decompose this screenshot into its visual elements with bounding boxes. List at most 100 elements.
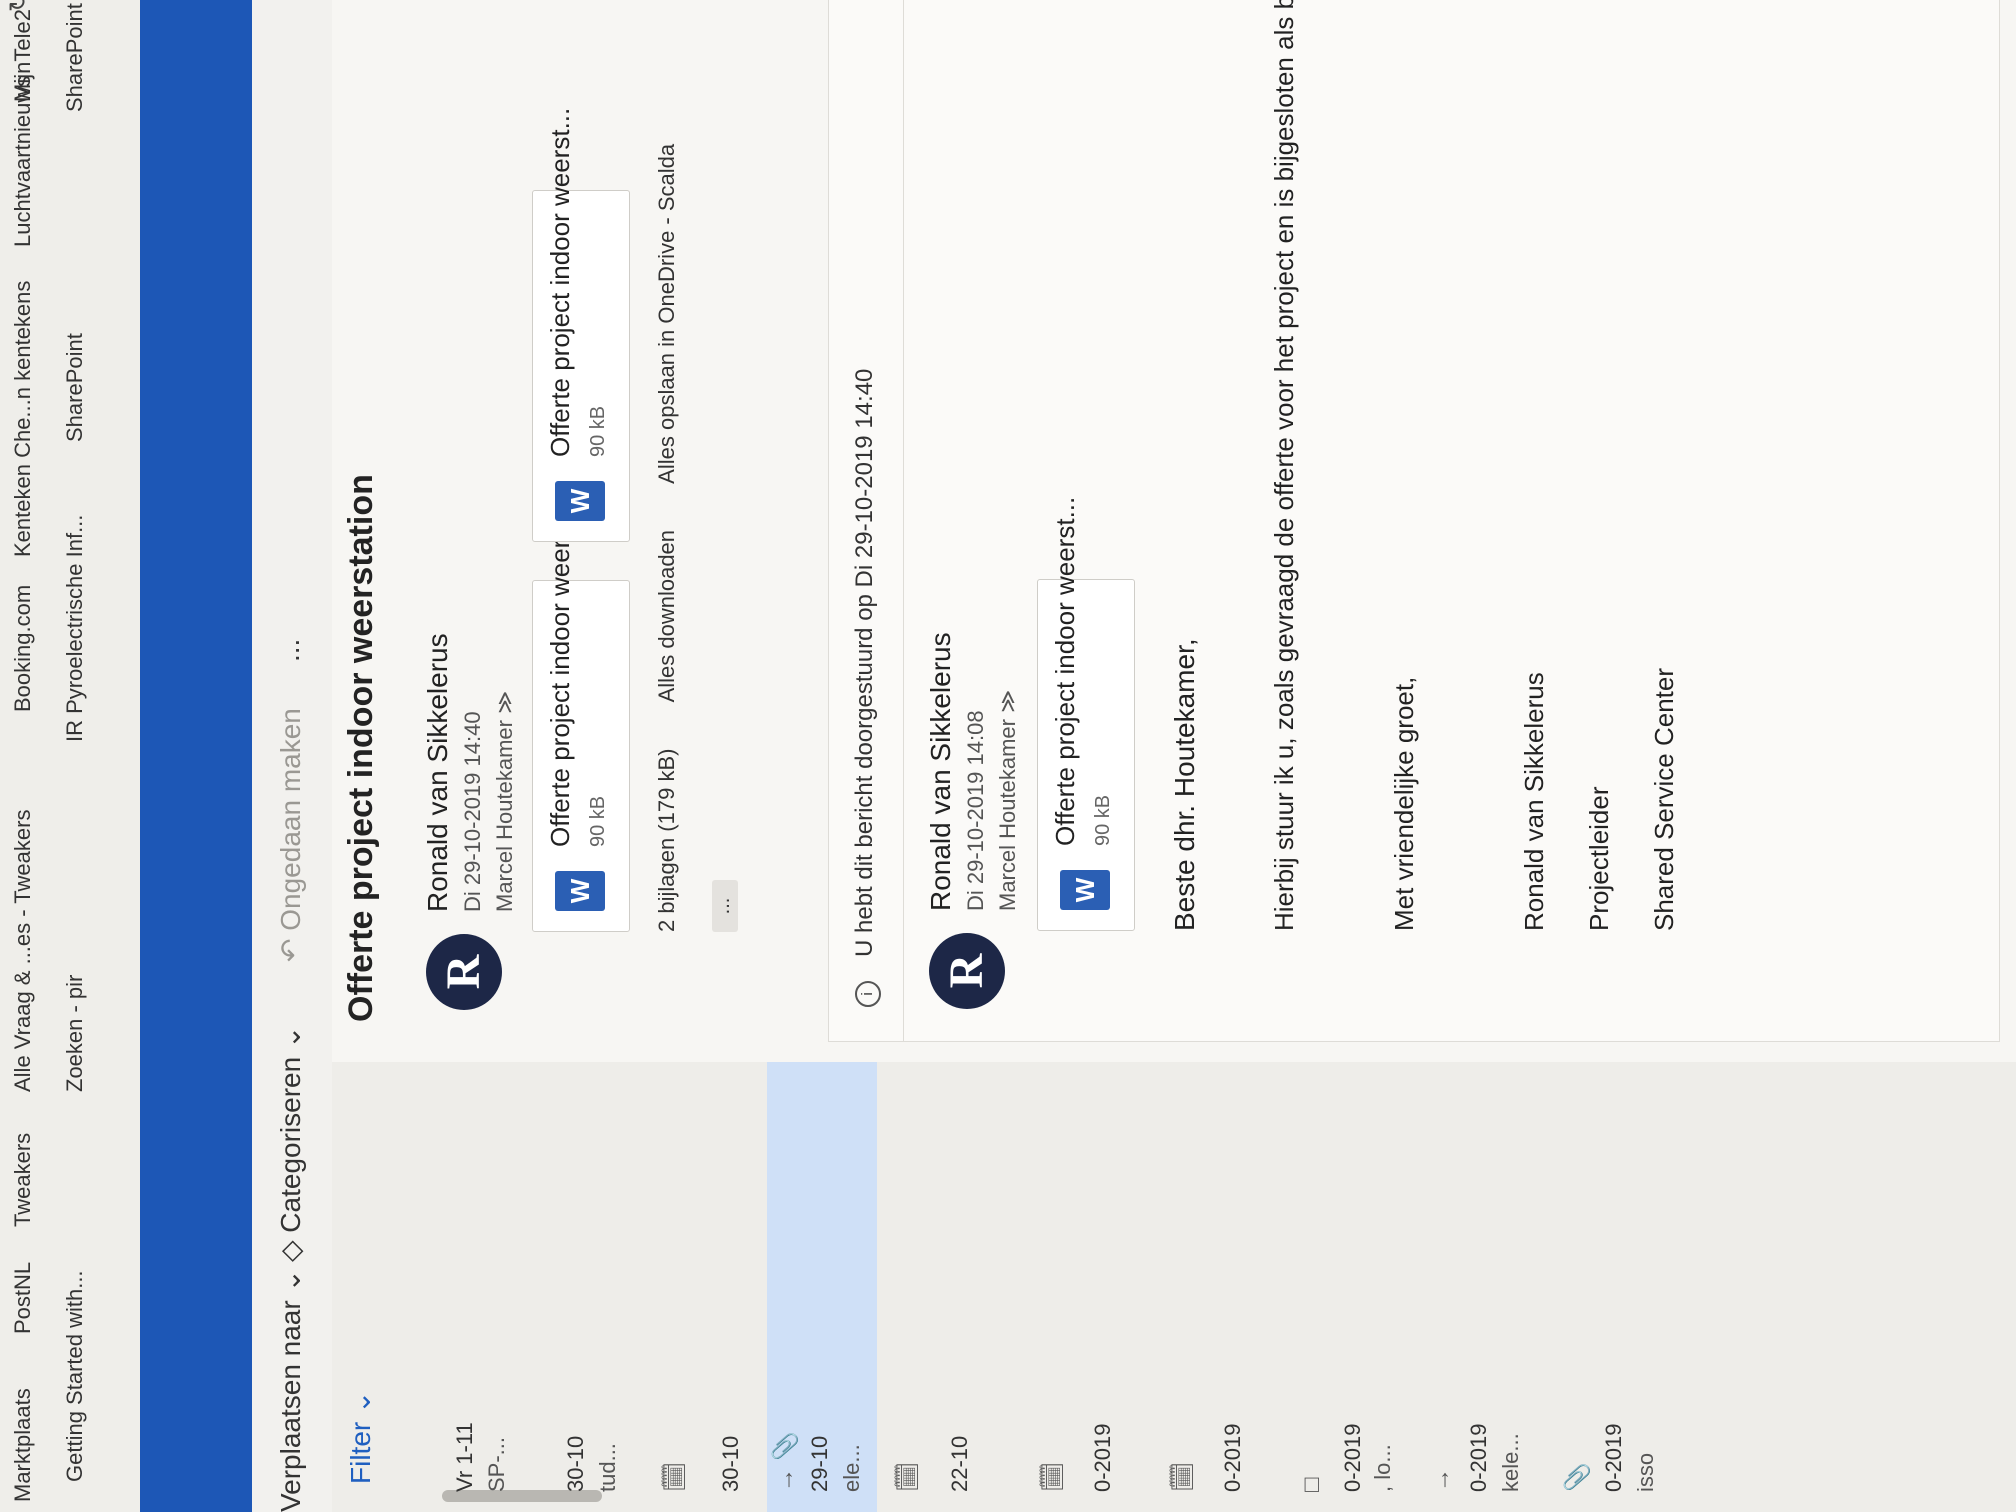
attachment-name: Offerte project indoor weerst...	[545, 107, 575, 457]
attachment-size: 90 kB	[587, 405, 609, 457]
list-item-date: 0-2019	[1340, 1423, 1365, 1492]
download-all-link[interactable]: Alles downloaden	[654, 530, 679, 702]
message-card-latest: R Ronald van Sikkelerus Di 29-10-2019 14…	[402, 0, 822, 1042]
bookmark-vraag-tweakers[interactable]: Alle Vraag & ...es - Tweakers	[10, 810, 36, 1092]
list-item-selected[interactable]: → 📎 29-10 ele...	[767, 1062, 877, 1512]
attachment-name: Offerte project indoor weerst...	[545, 497, 575, 847]
more-actions-button[interactable]: ...	[274, 639, 306, 662]
list-item-date: 22-10	[947, 1435, 972, 1492]
bookmark-tweakers[interactable]: Tweakers	[10, 1133, 36, 1227]
body-closing: Met vriendelijke groet,	[1389, 676, 1419, 931]
list-item[interactable]: 🗓 0-2019	[1032, 1062, 1132, 1512]
bookmark-sharepoint-2[interactable]: SharePoint	[62, 3, 88, 112]
tag-icon: ◇	[275, 1232, 306, 1262]
list-item-subtitle: isso	[1633, 1452, 1658, 1492]
list-item[interactable]: Vr 1-11 SP-...	[412, 1062, 512, 1512]
word-document-icon: W	[1060, 870, 1110, 910]
forward-notice-text: U hebt dit bericht doorgestuurd op Di 29…	[851, 368, 878, 957]
list-item[interactable]: → 0-2019 kele...	[1422, 1062, 1532, 1512]
attachment-actions: 2 bijlagen (179 kB) Alles downloaden All…	[654, 144, 680, 932]
message-list: Filter ⌄ Vr 1-11 SP-... 30-10 tud... 🗓 3…	[332, 1061, 2016, 1512]
bookmark-zoeken-pir[interactable]: Zoeken - pir	[62, 975, 88, 1092]
list-item-date: Vr 1-11	[452, 1422, 477, 1492]
categorize-label: Categoriseren	[275, 1056, 306, 1233]
bookmark-sharepoint-1[interactable]: SharePoint	[62, 333, 88, 442]
list-item-subtitle: kele...	[1498, 1433, 1523, 1492]
attachment-card[interactable]: W Offerte project indoor weerst... 90 kB	[1037, 497, 1135, 931]
body-greeting: Beste dhr. Houtekamer,	[1169, 638, 1200, 931]
bookmark-mijntele2[interactable]: MijnTele2	[10, 9, 36, 102]
calendar-icon: □	[1298, 1477, 1325, 1493]
info-icon: i	[855, 981, 881, 1007]
bookmarks-bar: Marktplaats PostNL Tweakers Alle Vraag &…	[0, 0, 141, 1512]
list-item-subtitle: ele...	[839, 1444, 864, 1492]
list-item-date: 30-10	[563, 1435, 588, 1492]
list-item-subtitle: , lo...	[1370, 1444, 1395, 1492]
word-document-icon: W	[555, 481, 605, 521]
attachments-summary: 2 bijlagen (179 kB)	[654, 748, 679, 932]
chevron-down-icon: ⌄	[275, 1025, 306, 1050]
body-line: Hierbij stuur ik u, zoals gevraagd de of…	[1269, 0, 1299, 931]
forward-icon: →	[1428, 1468, 1455, 1492]
list-item[interactable]: 📎 0-2019 isso	[1557, 1062, 1667, 1512]
bookmark-getting-started[interactable]: Getting Started with...	[62, 1270, 88, 1482]
attachment-size: 90 kB	[1092, 794, 1114, 846]
bookmark-postnl[interactable]: PostNL	[10, 1262, 36, 1334]
list-item-date: 0-2019	[1466, 1423, 1491, 1492]
forward-notice: i U hebt dit bericht doorgestuurd op Di 2…	[851, 369, 881, 1007]
avatar: R	[929, 933, 1005, 1009]
sender-name[interactable]: Ronald van Sikkelerus	[925, 632, 957, 911]
list-item-date: 0-2019	[1220, 1423, 1245, 1492]
recipient[interactable]: Marcel Houtekamer ≫	[492, 691, 518, 912]
suite-header	[140, 0, 324, 1512]
save-all-onedrive-link[interactable]: Alles opslaan in OneDrive - Scalda	[654, 144, 679, 484]
filter-label: Filter	[345, 1421, 376, 1484]
reload-icon[interactable]: ↻	[4, 0, 33, 12]
sent-datetime: Di 29-10-2019 14:40	[460, 711, 485, 912]
calendar-icon: 🗓	[1169, 1461, 1196, 1492]
forward-attachment-icon: → 📎	[772, 1431, 799, 1492]
sent-datetime: Di 29-10-2019 14:08	[963, 710, 988, 911]
attachment-icon: 📎	[1564, 1462, 1591, 1492]
word-document-icon: W	[555, 871, 605, 911]
signature-org: Shared Service Center	[1649, 667, 1679, 931]
message-card-original: i U hebt dit bericht doorgestuurd op Di 2…	[828, 0, 2000, 1042]
move-to-button[interactable]: Verplaatsen naar ⌄	[274, 1269, 307, 1512]
list-item[interactable]: 30-10 tud...	[527, 1062, 637, 1512]
categorize-button[interactable]: ◇ Categoriseren ⌄	[274, 1026, 307, 1262]
recipient[interactable]: Marcel Houtekamer ≫	[995, 690, 1021, 911]
signature-role: Projectleider	[1584, 786, 1614, 931]
undo-label: Ongedaan maken	[275, 708, 306, 931]
undo-button[interactable]: ↶ Ongedaan maken	[274, 708, 307, 962]
sender-name[interactable]: Ronald van Sikkelerus	[422, 633, 454, 912]
filter-button[interactable]: Filter ⌄	[344, 1391, 377, 1484]
list-item-date: 0-2019	[1090, 1423, 1115, 1492]
list-item[interactable]: 🗓 22-10	[887, 1062, 997, 1512]
screen: Marktplaats PostNL Tweakers Alle Vraag &…	[0, 0, 2016, 1512]
expand-quoted-button[interactable]: ...	[712, 880, 738, 932]
attachment-card[interactable]: W Offerte project indoor weerst... 90 kB	[532, 108, 630, 542]
calendar-icon: 🗓	[894, 1461, 921, 1492]
attachment-size: 90 kB	[587, 795, 609, 847]
list-item[interactable]: 🗓 30-10	[652, 1062, 762, 1512]
avatar: R	[426, 934, 502, 1010]
signature-name: Ronald van Sikkelerus	[1519, 672, 1549, 931]
chevron-down-icon: ⌄	[275, 1269, 306, 1293]
message-subject: Offerte project indoor weerstation	[342, 474, 380, 1022]
bookmark-marktplaats[interactable]: Marktplaats	[10, 1388, 36, 1502]
list-item[interactable]: □ 0-2019 , lo...	[1292, 1062, 1402, 1512]
list-item[interactable]: 🗓 0-2019	[1162, 1062, 1262, 1512]
divider	[903, 0, 904, 1041]
list-item-subtitle: SP-...	[484, 1436, 509, 1492]
bookmark-kenteken[interactable]: Kenteken Che...n kentekens	[10, 281, 36, 557]
list-item-subtitle: tud...	[595, 1443, 620, 1492]
attachment-name: Offerte project indoor weerst...	[1050, 496, 1080, 846]
attachment-card[interactable]: W Offerte project indoor weerst... 90 kB	[532, 498, 630, 932]
bookmark-booking[interactable]: Booking.com	[10, 585, 36, 712]
bookmark-ir-pyroelectrische[interactable]: IR Pyroelectrische Inf...	[62, 515, 88, 742]
reading-pane: Offerte project indoor weerstation R Ron…	[332, 0, 2016, 1062]
list-item-date: 0-2019	[1601, 1423, 1626, 1492]
list-item-date: 29-10	[807, 1435, 832, 1492]
move-to-label: Verplaatsen naar	[275, 1300, 306, 1512]
command-bar: Verplaatsen naar ⌄ ◇ Categoriseren ⌄ ↶ O…	[252, 0, 333, 1512]
